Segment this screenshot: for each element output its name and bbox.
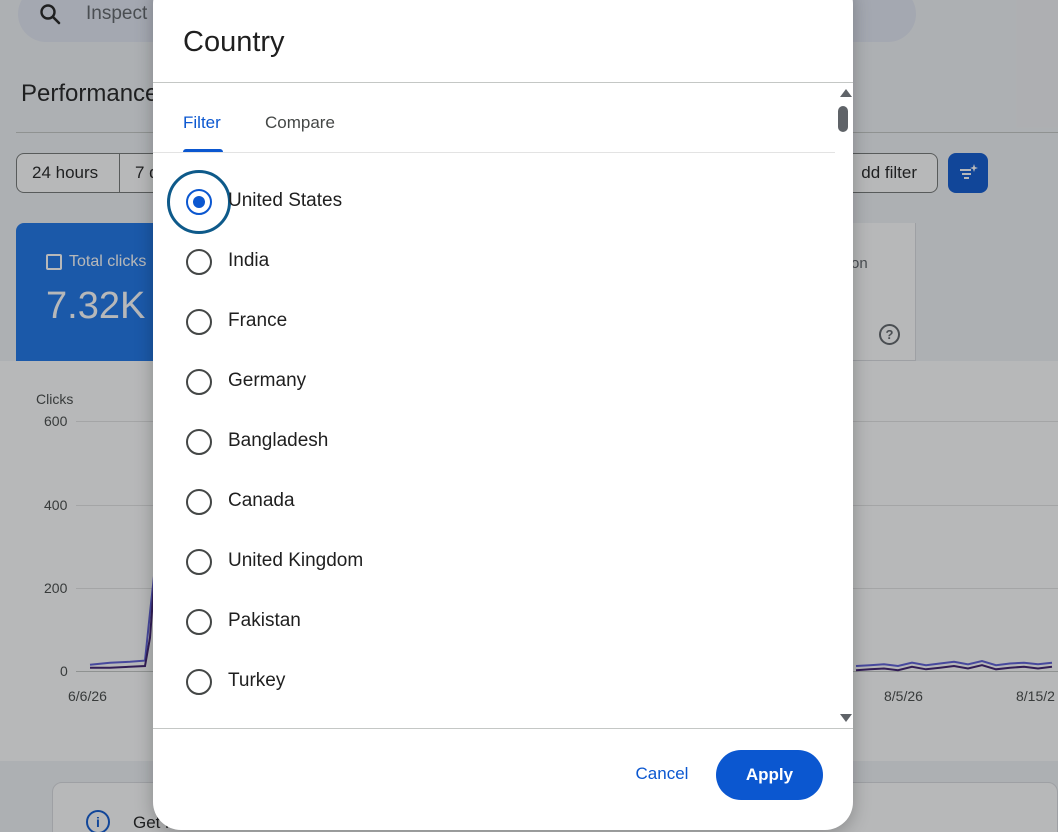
country-option[interactable]: Pakistan [153, 592, 833, 652]
country-option[interactable]: Bangladesh [153, 412, 833, 472]
country-option-label: France [228, 310, 288, 331]
scrollbar[interactable] [836, 86, 852, 726]
scroll-down-arrow-icon[interactable] [840, 714, 852, 722]
country-option-label: Turkey [228, 670, 286, 691]
radio-button[interactable] [186, 309, 212, 335]
radio-button[interactable] [186, 429, 212, 455]
scroll-up-arrow-icon[interactable] [840, 89, 852, 97]
country-option[interactable]: India [153, 232, 833, 292]
country-option[interactable]: Turkey [153, 652, 833, 712]
country-option-label: Bangladesh [228, 430, 329, 451]
radio-button[interactable] [186, 609, 212, 635]
country-option-label: Germany [228, 370, 307, 391]
divider [153, 728, 853, 729]
radio-button[interactable] [186, 549, 212, 575]
country-option-label: United States [228, 190, 343, 211]
country-option-label: Pakistan [228, 610, 301, 631]
country-dialog: Country Filter Compare United States Indi… [153, 0, 853, 830]
country-option-label: India [228, 250, 270, 271]
scrollbar-thumb[interactable] [838, 106, 848, 132]
tab-indicator [183, 149, 223, 152]
country-option[interactable]: Canada [153, 472, 833, 532]
country-option[interactable]: United States [153, 170, 833, 234]
tab-compare[interactable]: Compare [265, 113, 335, 133]
tab-filter[interactable]: Filter [183, 113, 221, 133]
apply-button[interactable]: Apply [716, 750, 823, 800]
country-option[interactable]: France [153, 292, 833, 352]
dialog-title: Country [183, 26, 285, 58]
country-option[interactable]: Germany [153, 352, 833, 412]
radio-button[interactable] [186, 249, 212, 275]
radio-button[interactable] [186, 369, 212, 395]
country-option-label: United Kingdom [228, 550, 364, 571]
country-option[interactable]: United Kingdom [153, 532, 833, 592]
cancel-button[interactable]: Cancel [621, 750, 703, 798]
country-option-list: United States India France Germany Banglades… [153, 170, 833, 712]
radio-button[interactable] [186, 489, 212, 515]
radio-button[interactable] [186, 189, 212, 215]
tab-bar: Filter Compare [153, 83, 835, 153]
country-option-label: Canada [228, 490, 295, 511]
radio-button[interactable] [186, 669, 212, 695]
